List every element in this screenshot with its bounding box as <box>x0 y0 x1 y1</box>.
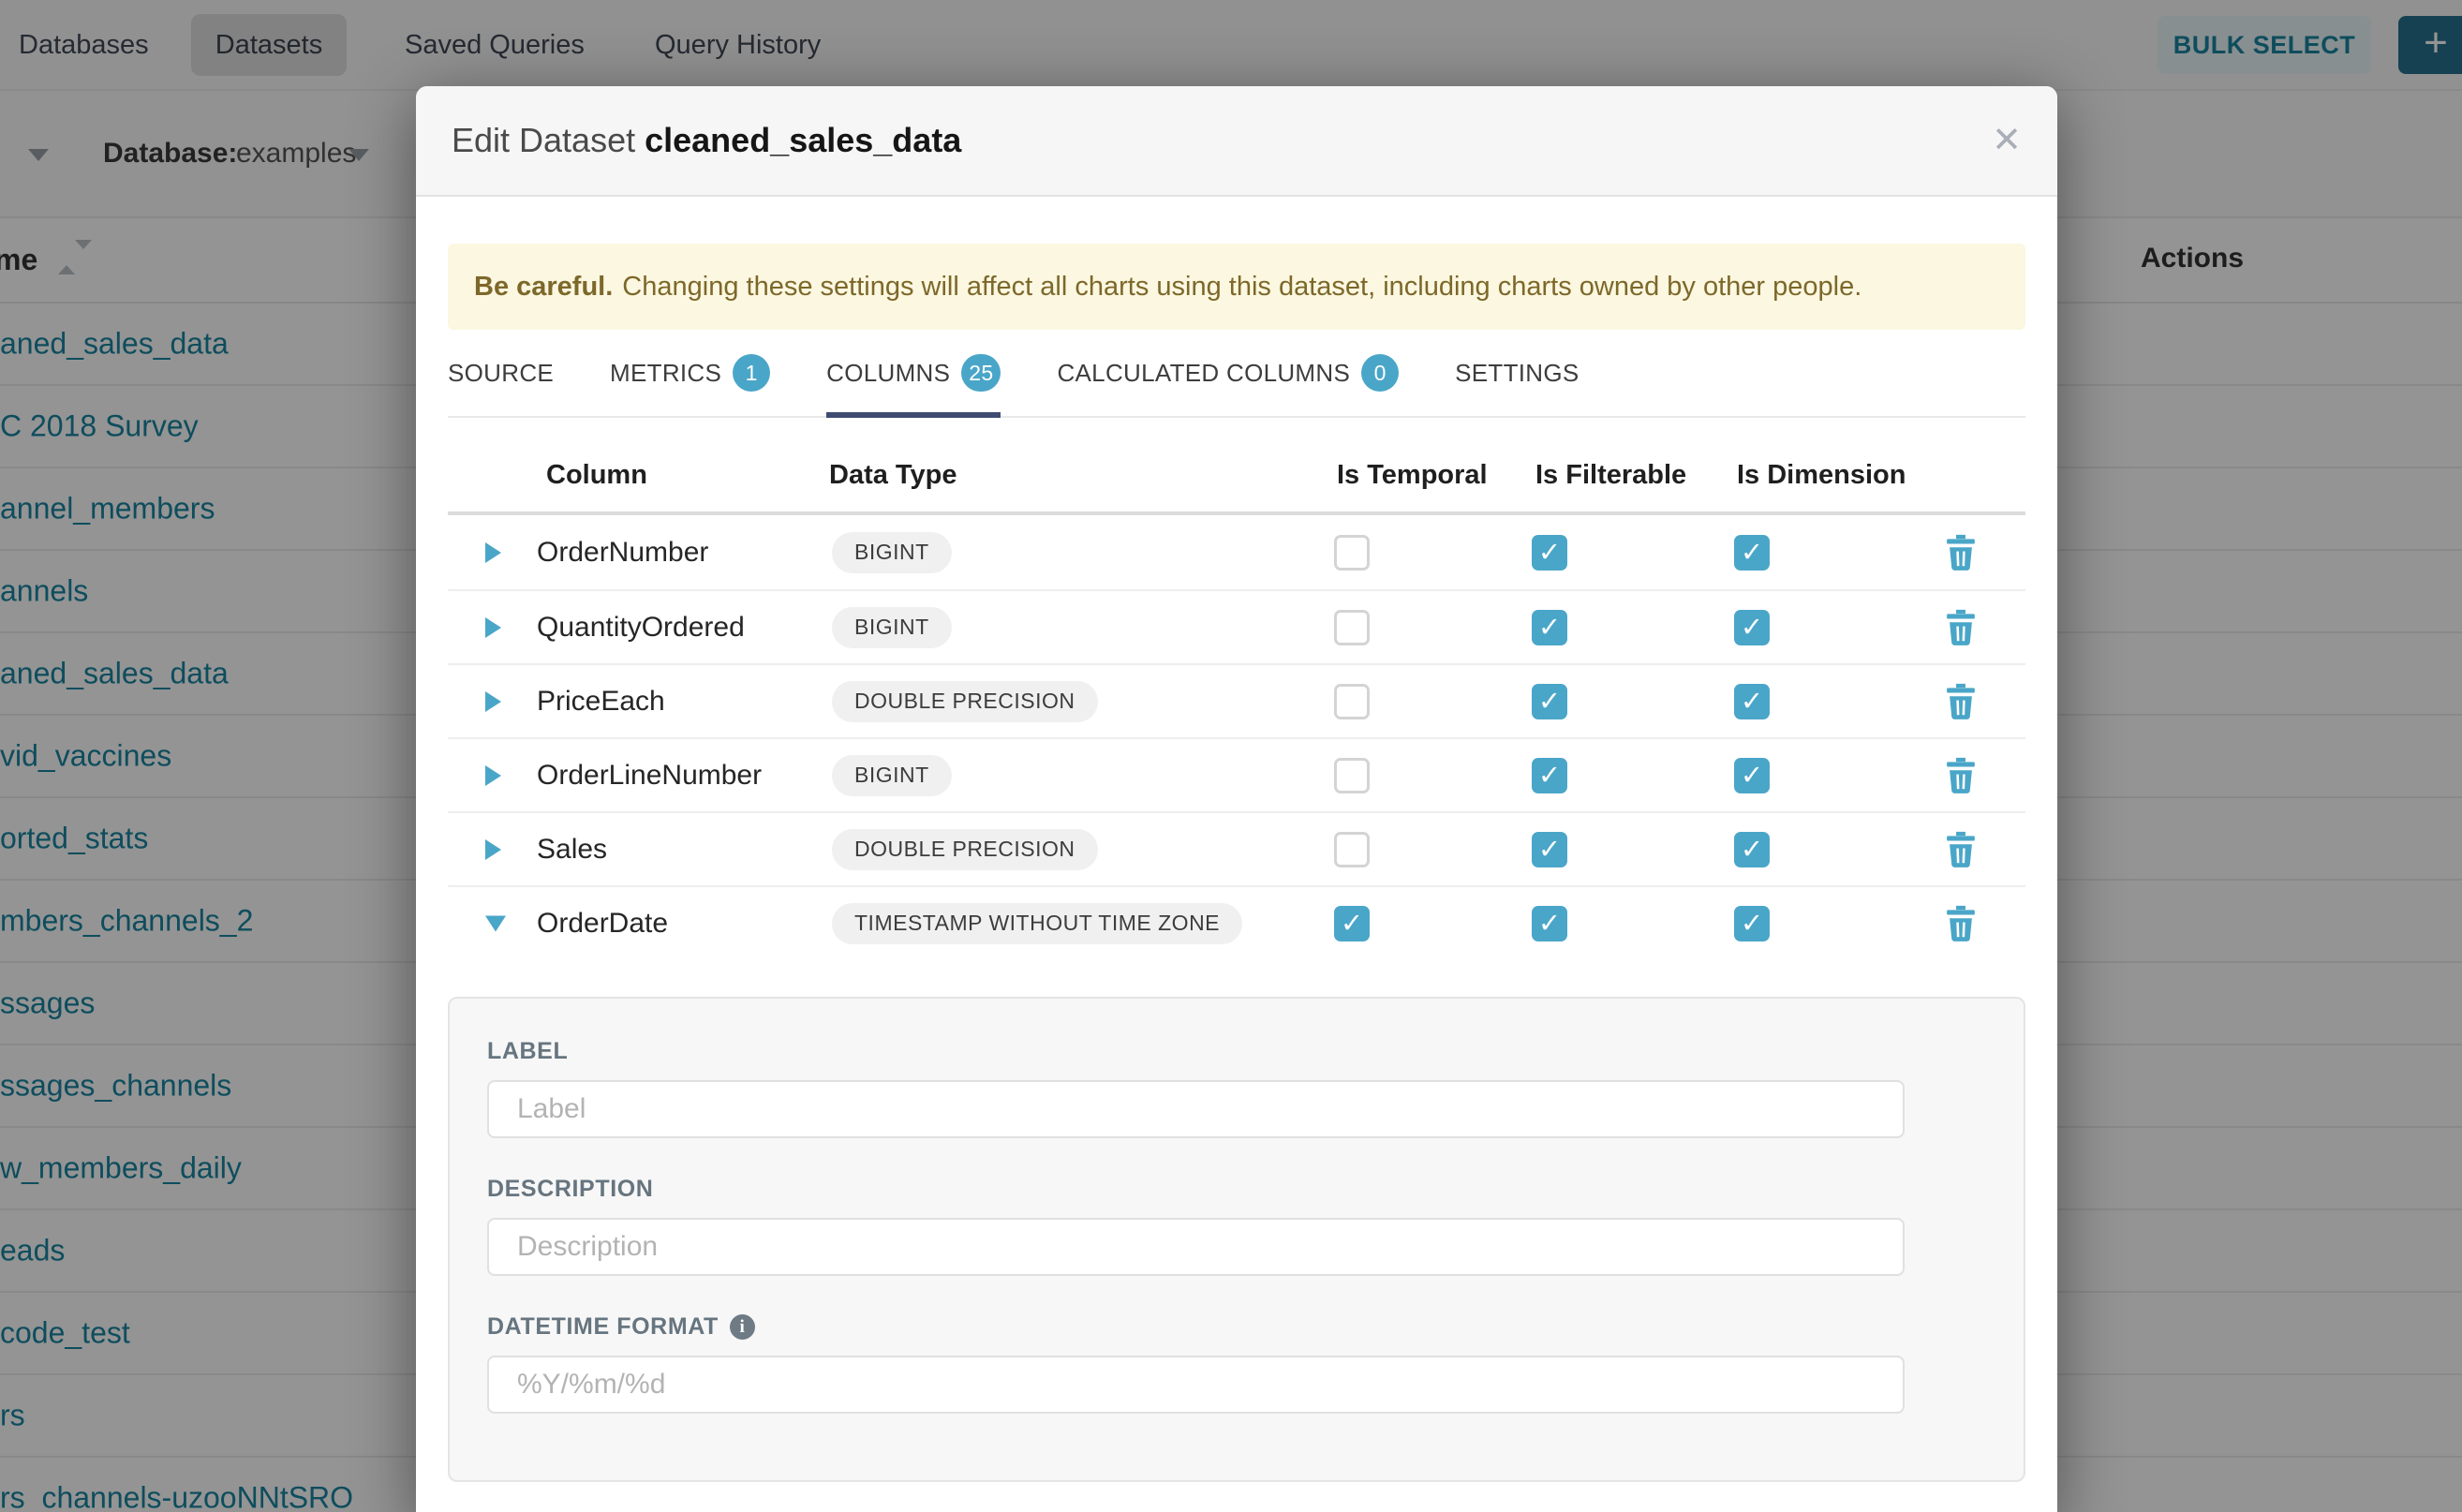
is-temporal-checkbox[interactable] <box>1334 758 1370 793</box>
is-temporal-checkbox[interactable] <box>1334 832 1370 867</box>
is-dimension-checkbox[interactable] <box>1734 758 1770 793</box>
modal-body: Be careful. Changing these settings will… <box>416 244 2057 1482</box>
modal-title: Edit Datasetcleaned_sales_data <box>452 121 961 160</box>
is-filterable-checkbox[interactable] <box>1532 535 1567 571</box>
expand-caret-icon[interactable] <box>485 542 501 563</box>
is-temporal-checkbox[interactable] <box>1334 906 1370 941</box>
columns-table-body: OrderNumber BIGINT QuantityOrdered BIGIN… <box>448 515 2025 959</box>
column-row: OrderNumber BIGINT <box>448 515 2025 589</box>
datetime-format-input[interactable] <box>487 1356 1905 1414</box>
expand-caret-icon[interactable] <box>485 839 501 860</box>
data-type-pill: BIGINT <box>832 607 952 648</box>
delete-trash-icon[interactable] <box>1945 683 1977 720</box>
is-temporal-checkbox[interactable] <box>1334 684 1370 719</box>
column-row: OrderDate TIMESTAMP WITHOUT TIME ZONE <box>448 885 2025 959</box>
description-field-label: DESCRIPTION <box>487 1176 1986 1203</box>
is-filterable-checkbox[interactable] <box>1532 906 1567 941</box>
data-type-pill: BIGINT <box>832 755 952 796</box>
delete-trash-icon[interactable] <box>1945 831 1977 868</box>
modal-header: Edit Datasetcleaned_sales_data ✕ <box>416 86 2057 197</box>
tab-badge: 1 <box>733 354 770 392</box>
data-type-pill: BIGINT <box>832 532 952 573</box>
tab-metrics[interactable]: METRICS1 <box>610 354 770 416</box>
description-input[interactable] <box>487 1218 1905 1276</box>
is-filterable-checkbox[interactable] <box>1532 684 1567 719</box>
is-filterable-checkbox[interactable] <box>1532 758 1567 793</box>
tab-calculated-columns[interactable]: CALCULATED COLUMNS0 <box>1057 354 1399 416</box>
delete-trash-icon[interactable] <box>1945 609 1977 646</box>
data-type-pill: DOUBLE PRECISION <box>832 681 1098 722</box>
is-filterable-checkbox[interactable] <box>1532 610 1567 645</box>
data-type-pill: TIMESTAMP WITHOUT TIME ZONE <box>832 903 1242 944</box>
datetime-format-field: DATETIME FORMAT <box>487 1313 1986 1414</box>
warning-bold: Be careful. <box>474 272 613 303</box>
warning-banner: Be careful. Changing these settings will… <box>448 244 2025 330</box>
column-row: PriceEach DOUBLE PRECISION <box>448 663 2025 737</box>
label-field-label: LABEL <box>487 1038 1986 1065</box>
expand-caret-icon[interactable] <box>485 617 501 638</box>
edit-dataset-modal: Edit Datasetcleaned_sales_data ✕ Be care… <box>416 86 2057 1512</box>
expand-caret-icon[interactable] <box>485 765 501 786</box>
column-editor-panel: LABEL DESCRIPTION DATETIME FORMAT <box>448 997 2025 1482</box>
delete-trash-icon[interactable] <box>1945 534 1977 571</box>
description-field: DESCRIPTION <box>487 1176 1986 1276</box>
modal-tabs: SOURCE METRICS1 COLUMNS25 CALCULATED COL… <box>448 354 2025 418</box>
expand-caret-icon[interactable] <box>485 691 501 712</box>
is-dimension-checkbox[interactable] <box>1734 610 1770 645</box>
dataset-name: cleaned_sales_data <box>645 121 961 159</box>
label-input[interactable] <box>487 1080 1905 1138</box>
tab-settings[interactable]: SETTINGS <box>1455 354 1579 416</box>
is-dimension-checkbox[interactable] <box>1734 535 1770 571</box>
is-dimension-checkbox[interactable] <box>1734 684 1770 719</box>
delete-trash-icon[interactable] <box>1945 905 1977 942</box>
is-dimension-checkbox[interactable] <box>1734 832 1770 867</box>
is-filterable-checkbox[interactable] <box>1532 832 1567 867</box>
tab-source[interactable]: SOURCE <box>448 354 554 416</box>
label-field: LABEL <box>487 1038 1986 1138</box>
tab-columns[interactable]: COLUMNS25 <box>826 354 1001 416</box>
column-row: OrderLineNumber BIGINT <box>448 737 2025 811</box>
info-icon[interactable] <box>730 1314 755 1340</box>
page: Databases Datasets Saved Queries Query H… <box>0 0 2462 1512</box>
is-dimension-checkbox[interactable] <box>1734 906 1770 941</box>
expand-caret-icon[interactable] <box>485 915 506 931</box>
tab-badge: 25 <box>961 354 1001 392</box>
column-row: Sales DOUBLE PRECISION <box>448 811 2025 885</box>
is-temporal-checkbox[interactable] <box>1334 535 1370 571</box>
columns-table-header: Column Data Type Is Temporal Is Filterab… <box>448 418 2025 515</box>
warning-text: Changing these settings will affect all … <box>622 272 1861 303</box>
tab-badge: 0 <box>1361 354 1399 392</box>
close-icon[interactable]: ✕ <box>1992 123 2022 158</box>
is-temporal-checkbox[interactable] <box>1334 610 1370 645</box>
column-row: QuantityOrdered BIGINT <box>448 589 2025 663</box>
delete-trash-icon[interactable] <box>1945 757 1977 794</box>
datetime-format-field-label: DATETIME FORMAT <box>487 1313 1986 1341</box>
data-type-pill: DOUBLE PRECISION <box>832 829 1098 870</box>
